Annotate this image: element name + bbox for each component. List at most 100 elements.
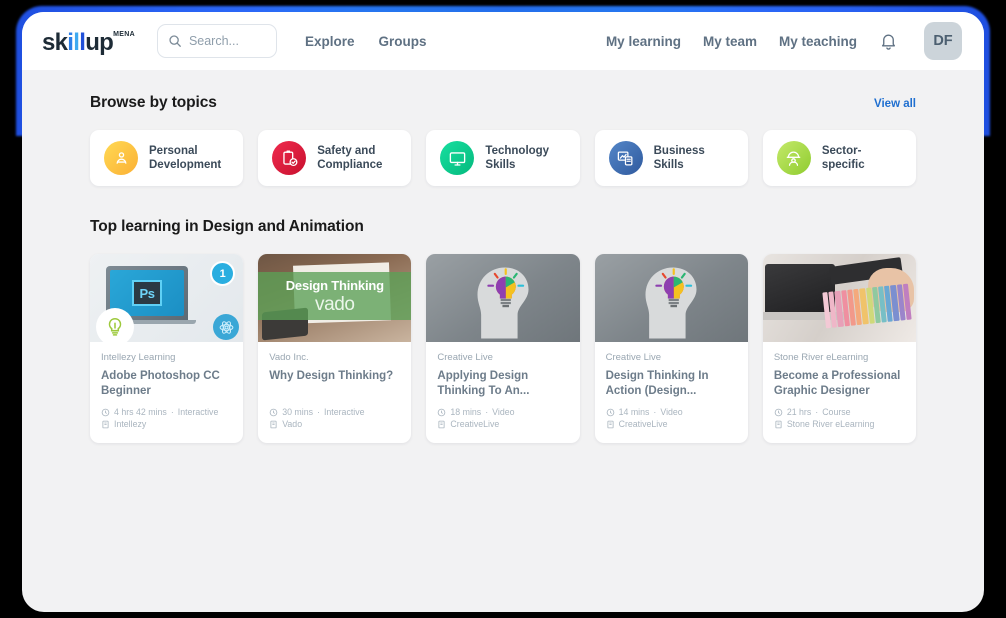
- course-card[interactable]: Creative Live Design Thinking In Action …: [594, 254, 748, 444]
- logo-part-up: up: [85, 29, 114, 56]
- meta-separator: ·: [485, 407, 489, 418]
- course-duration: 21 hrs: [786, 407, 812, 418]
- course-provider: Creative Live: [437, 352, 493, 363]
- app-header: skillup MENA Search... Explore Groups My…: [22, 12, 984, 70]
- courses-section-title: Top learning in Design and Animation: [90, 218, 364, 235]
- logo[interactable]: skillup MENA: [42, 29, 135, 56]
- course-title: Become a Professional Graphic Designer: [773, 370, 901, 398]
- lesson-count-badge: 1: [210, 261, 236, 286]
- course-card-list: Ps 1 Intellezy Learning Adobe Photoshop …: [90, 254, 917, 444]
- nav-item-my-learning[interactable]: My learning: [606, 34, 681, 49]
- clock-icon: [101, 408, 110, 417]
- search-placeholder: Search...: [188, 34, 239, 48]
- course-source: Vado: [282, 419, 303, 429]
- course-thumbnail-head-bulb: [594, 254, 748, 342]
- course-provider: Intellezy Learning: [101, 352, 176, 363]
- topic-label: Personal Development: [149, 144, 222, 171]
- course-format: Video: [660, 407, 683, 418]
- course-card[interactable]: Ps 1 Intellezy Learning Adobe Photoshop …: [90, 254, 244, 444]
- nav-item-my-team[interactable]: My team: [703, 34, 757, 49]
- topic-card-business-skills[interactable]: Business Skills: [594, 130, 748, 186]
- bell-icon[interactable]: [879, 32, 898, 51]
- clock-icon: [269, 408, 278, 416]
- logo-part-sk: sk: [42, 29, 68, 56]
- course-source: CreativeLive: [618, 419, 668, 430]
- main-content: Browse by topics View all Personal Devel…: [22, 94, 984, 444]
- course-card-body: Creative Live Design Thinking In Action …: [595, 342, 748, 443]
- nav-item-groups[interactable]: Groups: [378, 34, 426, 49]
- course-duration: 14 mins: [618, 407, 650, 418]
- atom-icon: [213, 314, 240, 340]
- color-swatches: [822, 283, 912, 329]
- search-input[interactable]: Search...: [156, 24, 277, 58]
- course-card[interactable]: Stone River eLearning Become a Professio…: [762, 254, 917, 444]
- logo-wordmark: skillup: [42, 29, 114, 56]
- course-format: Interactive: [323, 407, 365, 417]
- thumbnail-brand: vado: [315, 294, 355, 315]
- course-provider: Vado Inc.: [269, 352, 309, 363]
- nav-item-my-teaching[interactable]: My teaching: [779, 34, 857, 49]
- monitor-icon: [440, 141, 475, 175]
- course-card[interactable]: Design Thinking vado Vado Inc. Why Desig…: [258, 254, 412, 444]
- clipboard-check-icon: [272, 141, 307, 175]
- clock-icon: [606, 408, 614, 417]
- avatar[interactable]: DF: [924, 22, 962, 60]
- topic-label: Safety and Compliance: [317, 144, 383, 171]
- course-duration-meta: 30 mins · Interactive: [269, 407, 400, 417]
- course-duration: 30 mins: [282, 407, 314, 417]
- course-source: Intellezy: [114, 419, 147, 430]
- course-card[interactable]: Creative Live Applying Design Thinking T…: [426, 254, 580, 444]
- topic-card-personal-development[interactable]: Personal Development: [90, 130, 244, 186]
- lightbulb-icon: [96, 308, 134, 342]
- course-source-meta: CreativeLive: [437, 419, 568, 429]
- logo-superscript: MENA: [113, 31, 135, 38]
- provider-icon: [270, 420, 277, 428]
- course-source-meta: Vado: [269, 419, 400, 429]
- person-icon: [104, 141, 138, 175]
- topic-label: Sector-specific: [821, 144, 865, 171]
- course-card-body: Intellezy Learning Adobe Photoshop CC Be…: [90, 342, 243, 443]
- course-duration: 4 hrs 42 mins: [114, 407, 167, 418]
- meta-separator: ·: [317, 407, 320, 417]
- course-thumbnail-graphic-designer: [762, 254, 917, 342]
- course-title: Adobe Photoshop CC Beginner: [101, 370, 220, 398]
- photoshop-logo-text: Ps: [139, 285, 155, 301]
- course-thumbnail-design-thinking: Design Thinking vado: [258, 254, 412, 342]
- course-card-body: Creative Live Applying Design Thinking T…: [426, 342, 579, 443]
- course-provider: Creative Live: [605, 352, 662, 363]
- provider-icon: [438, 420, 445, 429]
- course-source-meta: CreativeLive: [606, 419, 737, 429]
- course-source-meta: Stone River eLearning: [774, 419, 905, 429]
- course-duration-meta: 4 hrs 42 mins · Interactive: [101, 407, 232, 417]
- provider-icon: [102, 420, 109, 429]
- thumbnail-title: Design Thinking: [285, 278, 384, 293]
- topic-card-technology-skills[interactable]: Technology Skills: [426, 130, 580, 186]
- course-format: Video: [492, 407, 515, 418]
- course-duration-meta: 14 mins · Video: [606, 407, 737, 417]
- clock-icon: [438, 408, 446, 417]
- provider-icon: [775, 420, 782, 429]
- meta-separator: ·: [170, 407, 174, 418]
- course-title: Why Design Thinking?: [269, 370, 394, 382]
- search-icon: [168, 34, 182, 48]
- meta-separator: ·: [653, 407, 657, 418]
- course-duration: 18 mins: [450, 407, 482, 418]
- course-duration-meta: 18 mins · Video: [437, 407, 568, 417]
- topic-label: Business Skills: [653, 144, 705, 171]
- topics-section-header: Browse by topics View all: [90, 94, 916, 112]
- view-all-link[interactable]: View all: [874, 98, 916, 110]
- course-provider: Stone River eLearning: [773, 352, 869, 363]
- course-format: Course: [822, 407, 851, 418]
- topic-card-sector-specific[interactable]: Sector-specific: [762, 130, 917, 186]
- course-title: Design Thinking In Action (Design...: [605, 370, 709, 398]
- course-thumbnail-head-bulb: [426, 254, 580, 342]
- course-source-meta: Intellezy: [101, 419, 232, 429]
- topic-card-safety-and-compliance[interactable]: Safety and Compliance: [258, 130, 412, 186]
- course-card-body: Stone River eLearning Become a Professio…: [763, 342, 916, 443]
- worker-icon: [776, 141, 811, 175]
- course-source: Stone River eLearning: [786, 419, 875, 430]
- courses-section-header: Top learning in Design and Animation: [90, 218, 916, 236]
- nav-item-explore[interactable]: Explore: [305, 34, 355, 49]
- secondary-nav: My learning My team My teaching DF: [606, 22, 962, 60]
- app-window: skillup MENA Search... Explore Groups My…: [22, 12, 984, 612]
